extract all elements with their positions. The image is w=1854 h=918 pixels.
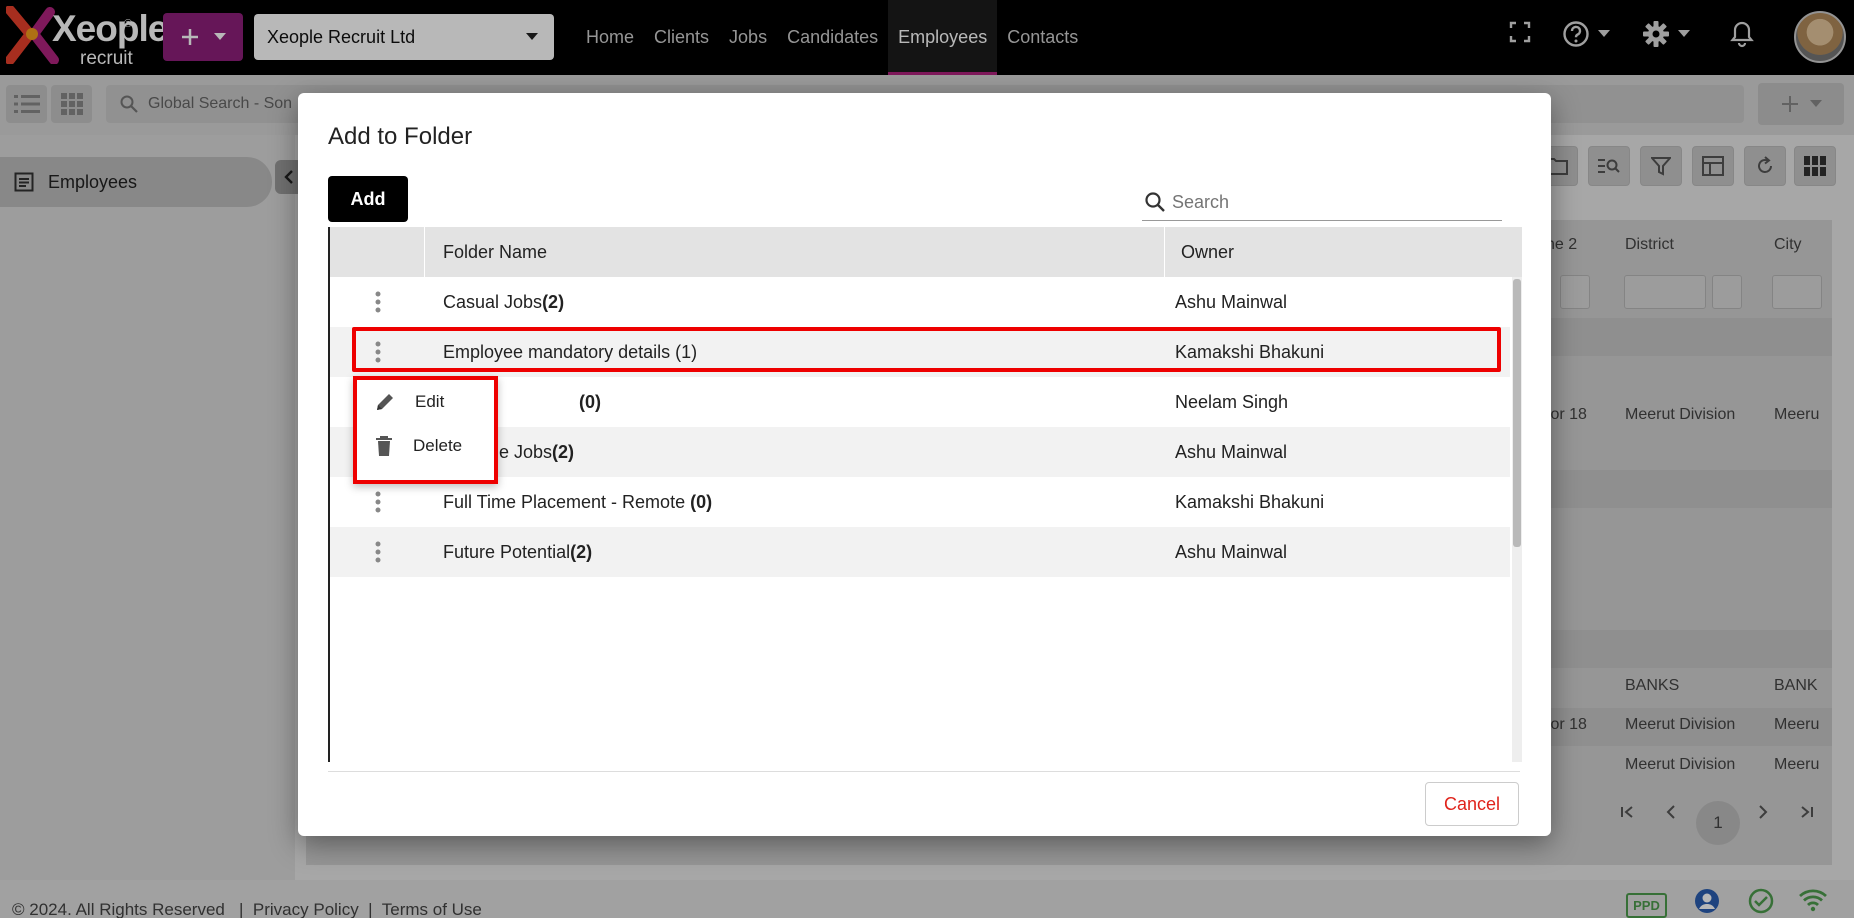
folder-search-field[interactable] <box>1142 184 1502 221</box>
folder-name: (0) <box>425 392 1165 413</box>
row-menu-button[interactable] <box>330 291 425 313</box>
folder-count: (0) <box>579 391 601 412</box>
row-context-menu: Edit Delete <box>353 376 498 484</box>
folder-table: Folder Name Owner Casual Jobs(2) Ashu Ma… <box>328 227 1522 762</box>
row-menu-button[interactable] <box>330 491 425 513</box>
scrollbar-thumb[interactable] <box>1513 279 1521 547</box>
folder-name-text: Full Time Placement - Remote <box>443 491 691 512</box>
edit-label: Edit <box>415 392 445 411</box>
folder-owner: Ashu Mainwal <box>1175 441 1288 462</box>
folder-name: Future Potential(2) <box>425 542 1165 563</box>
folder-owner: Ashu Mainwal <box>1175 541 1288 562</box>
table-scrollbar[interactable] <box>1512 277 1522 762</box>
actions-column-header <box>330 227 425 277</box>
folder-name: Full Time Placement - Remote (0) <box>425 492 1165 513</box>
folder-row[interactable]: Full Time Placement - Remote (0) Kamaksh… <box>330 477 1510 527</box>
folder-count: (2) <box>542 291 565 312</box>
folder-name-column-header[interactable]: Folder Name <box>425 227 1165 277</box>
dialog-footer-divider <box>328 771 1520 772</box>
folder-owner: Neelam Singh <box>1175 391 1289 412</box>
add-to-folder-dialog: Add to Folder Add Folder Name Owner Casu… <box>298 93 1551 836</box>
pencil-icon <box>377 394 393 410</box>
owner-column-header[interactable]: Owner <box>1165 227 1522 277</box>
folder-row[interactable]: Future Potential(2) Ashu Mainwal <box>330 527 1510 577</box>
cancel-button[interactable]: Cancel <box>1425 782 1519 826</box>
more-vertical-icon <box>375 291 380 313</box>
row-highlight-box <box>352 327 1501 372</box>
folder-row[interactable]: Casual Jobs(2) Ashu Mainwal <box>330 277 1510 327</box>
more-vertical-icon <box>375 491 380 513</box>
folder-name: Casual Jobs(2) <box>425 292 1165 313</box>
delete-label: Delete <box>413 436 463 455</box>
folder-count: (0) <box>690 491 713 512</box>
folder-row[interactable]: ne Jobs(2) Ashu Mainwal <box>330 427 1510 477</box>
folder-search-input[interactable] <box>1172 191 1472 213</box>
folder-table-header: Folder Name Owner <box>330 227 1522 277</box>
folder-owner: Kamakshi Bhakuni <box>1175 491 1325 512</box>
delete-menu-item[interactable]: Delete <box>375 436 462 456</box>
search-icon <box>1145 192 1165 212</box>
folder-owner: Ashu Mainwal <box>1175 291 1288 312</box>
add-folder-button[interactable]: Add <box>328 176 408 222</box>
more-vertical-icon <box>375 541 380 563</box>
trash-icon <box>376 436 392 456</box>
folder-name-text: Future Potential <box>443 541 571 562</box>
folder-count: (2) <box>570 541 593 562</box>
folder-name-text: Casual Jobs <box>443 291 543 312</box>
folder-name-text: ne Jobs <box>489 441 553 462</box>
folder-row[interactable]: (0) Neelam Singh <box>330 377 1510 427</box>
edit-menu-item[interactable]: Edit <box>375 392 444 412</box>
dialog-title: Add to Folder <box>328 123 473 150</box>
row-menu-button[interactable] <box>330 541 425 563</box>
folder-count: (2) <box>552 441 575 462</box>
folder-name: ne Jobs(2) <box>425 442 1165 463</box>
